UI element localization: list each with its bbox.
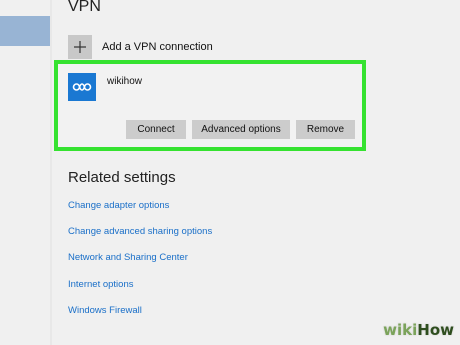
link-internet-options[interactable]: Internet options [68, 279, 134, 290]
sidebar-selected-item[interactable] [0, 16, 52, 46]
advanced-options-button[interactable]: Advanced options [192, 120, 290, 139]
vpn-icon [68, 73, 96, 101]
watermark-part-how: How [417, 321, 454, 339]
vpn-connection-name: wikihow [107, 76, 143, 87]
plus-icon [68, 35, 92, 59]
connect-button[interactable]: Connect [126, 120, 186, 139]
section-title-related-settings: Related settings [68, 169, 176, 186]
add-vpn-connection-button[interactable]: Add a VPN connection [68, 33, 213, 61]
link-change-advanced-sharing-options[interactable]: Change advanced sharing options [68, 226, 212, 237]
link-windows-firewall[interactable]: Windows Firewall [68, 305, 142, 316]
settings-page: VPN Add a VPN connection wikihow Connect… [0, 0, 460, 345]
watermark-part-wiki: wiki [383, 321, 418, 339]
link-network-and-sharing-center[interactable]: Network and Sharing Center [68, 252, 188, 263]
vpn-connection-item[interactable]: wikihow Connect Advanced options Remove [54, 60, 366, 151]
link-change-adapter-options[interactable]: Change adapter options [68, 200, 169, 211]
add-vpn-connection-label: Add a VPN connection [102, 41, 213, 53]
remove-button[interactable]: Remove [296, 120, 355, 139]
sidebar [0, 0, 52, 345]
divider [50, 0, 52, 345]
wikihow-watermark: wikiHow [383, 321, 454, 339]
section-title-vpn: VPN [68, 0, 101, 15]
